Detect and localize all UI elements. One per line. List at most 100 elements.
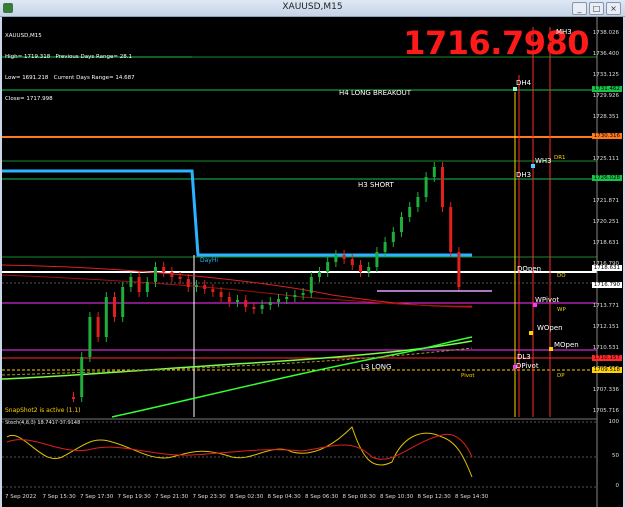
candle-body <box>367 267 371 272</box>
candle-body <box>268 302 272 305</box>
candlestick-series <box>72 162 461 402</box>
candle-body <box>121 287 125 317</box>
candle-body <box>424 177 428 197</box>
candle-body <box>88 317 92 357</box>
candle-body <box>104 297 108 337</box>
label-wh3: WH3 <box>535 157 552 165</box>
info-panel: XAUUSD,M15 High= 1719.318 Previous Days … <box>5 19 135 117</box>
label-wpivot: WPivot <box>535 296 560 304</box>
candle-body <box>293 295 297 297</box>
candle-body <box>154 267 157 282</box>
candle-body <box>162 267 166 272</box>
label-dh3: DH3 <box>516 171 532 179</box>
candle-body <box>236 300 239 302</box>
price-axis-label: 1710.531 <box>592 345 619 351</box>
price-tag: 1716.790 <box>591 282 622 288</box>
candle-body <box>383 242 387 252</box>
price-axis-label: 1736.400 <box>592 51 619 57</box>
time-axis-label: 8 Sep 12:30 <box>417 494 451 500</box>
label-h4-breakout: H4 LONG BREAKOUT <box>339 89 411 97</box>
price-axis-label: 1725.111 <box>592 156 619 162</box>
candle-body <box>301 293 305 295</box>
candle-body <box>72 397 75 399</box>
window-titlebar: XAUUSD,M15 _ □ × <box>0 0 625 17</box>
label-l3-long: L3 LONG <box>361 363 392 371</box>
maximize-button[interactable]: □ <box>589 2 604 15</box>
window-title: XAUUSD,M15 <box>282 2 343 12</box>
candle-body <box>457 252 461 287</box>
candle-body <box>203 285 207 289</box>
time-axis-label: 7 Sep 15:30 <box>42 494 76 500</box>
snapshot-status: SnapShot2 is active (1.1) <box>5 407 81 414</box>
candle-body <box>309 277 313 293</box>
label-wopen: WOpen <box>537 324 563 332</box>
candle-body <box>326 262 330 272</box>
osc-level-0: 0 <box>615 483 620 489</box>
price-tag: 1710.157 <box>591 355 622 361</box>
price-tag: 1731.462 <box>591 86 622 92</box>
time-axis-label: 8 Sep 02:30 <box>230 494 264 500</box>
info-line-1: High= 1719.318 Previous Days Range= 28.1 <box>5 54 132 60</box>
price-chart[interactable]: XAUUSD,M15 High= 1719.318 Previous Days … <box>2 17 623 507</box>
time-axis-label: 7 Sep 23:30 <box>192 494 226 500</box>
price-axis-label: 1720.251 <box>592 219 619 225</box>
price-axis-label: 1733.125 <box>592 72 619 78</box>
minimize-button[interactable]: _ <box>572 2 587 15</box>
price-tag: 1730.316 <box>591 133 622 139</box>
candle-body <box>416 197 420 207</box>
price-axis-label: 1713.771 <box>592 303 619 309</box>
price-axis-label: 1721.871 <box>592 198 619 204</box>
price-tag: 1726.028 <box>591 175 622 181</box>
label-dopen: DOpen <box>517 265 542 273</box>
label-dr1: DR1 <box>554 155 566 161</box>
candle-body <box>145 282 149 292</box>
time-axis-label: 8 Sep 04:30 <box>267 494 301 500</box>
info-line-3: Close= 1717.998 <box>5 96 53 102</box>
candle-body <box>227 297 231 302</box>
time-axis-label: 8 Sep 14:30 <box>455 494 489 500</box>
label-mopen: MOpen <box>554 341 579 349</box>
price-axis-label: 1705.716 <box>592 408 619 414</box>
candle-body <box>432 167 436 177</box>
candle-body <box>408 207 412 217</box>
candle-body <box>96 317 100 337</box>
candle-body <box>260 305 264 309</box>
time-axis-label: 7 Sep 19:30 <box>117 494 151 500</box>
label-do: DO <box>557 273 566 279</box>
candle-body <box>129 277 133 287</box>
candle-body <box>334 255 338 262</box>
osc-level-100: 100 <box>608 419 620 425</box>
label-h3-short: H3 SHORT <box>358 181 394 189</box>
time-axis-label: 7 Sep 21:30 <box>155 494 189 500</box>
info-line-2: Low= 1691.218 Current Days Range= 14.687 <box>5 75 135 81</box>
candle-body <box>186 279 190 287</box>
label-wp: WP <box>557 307 566 313</box>
oscillator-label: Stoch(4,8,3) 18.7417 37.9148 <box>5 420 81 426</box>
label-dpivot: DPivot <box>516 362 539 370</box>
candle-body <box>113 297 116 317</box>
close-button[interactable]: × <box>606 2 621 15</box>
label-dayhi: DayHi <box>200 257 219 264</box>
label-mh3: MH3 <box>556 28 572 36</box>
time-axis-label: 8 Sep 10:30 <box>380 494 414 500</box>
time-axis-label: 7 Sep 2022 <box>5 494 37 500</box>
candle-body <box>178 277 182 279</box>
candle-body <box>350 259 354 265</box>
time-axis-label: 8 Sep 08:30 <box>342 494 376 500</box>
candle-body <box>219 292 223 297</box>
label-pivot: Pivot <box>461 373 475 379</box>
price-axis-label: 1728.351 <box>592 114 619 120</box>
price-axis-label: 1729.926 <box>592 93 619 99</box>
candle-body <box>342 255 346 259</box>
symbol-label: XAUUSD,M15 <box>5 33 42 39</box>
price-tag: 1718.631 <box>591 265 622 271</box>
label-dp: DP <box>557 373 565 379</box>
candle-body <box>375 252 379 267</box>
price-axis-label: 1712.151 <box>592 324 619 330</box>
candle-body <box>252 307 256 309</box>
price-axis-label: 1707.336 <box>592 387 619 393</box>
candle-body <box>170 272 174 277</box>
candle-body <box>195 285 198 287</box>
price-axis-label: 1738.026 <box>592 30 619 36</box>
candle-body <box>359 265 362 272</box>
